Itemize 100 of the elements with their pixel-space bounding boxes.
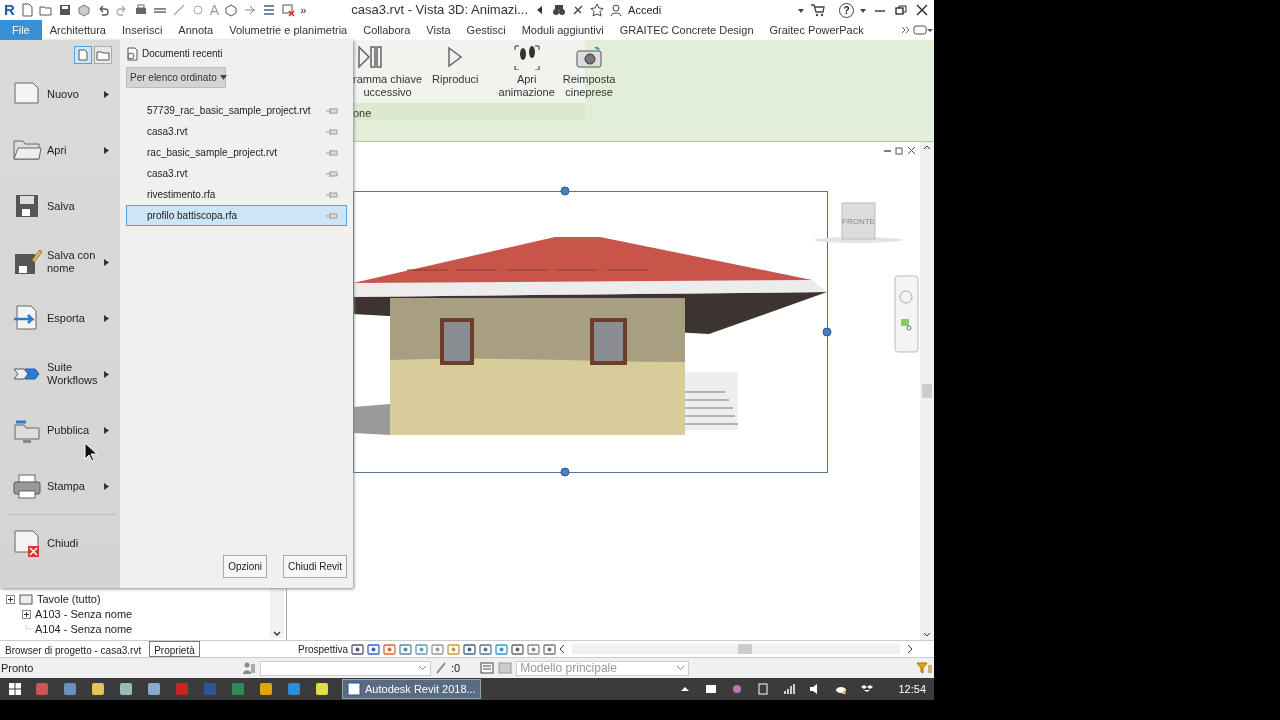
- taskbar-app-button[interactable]: Autodesk Revit 2018...: [342, 679, 481, 699]
- menu-item[interactable]: Salva: [0, 178, 120, 234]
- ribbon-tab[interactable]: Architettura: [41, 20, 114, 40]
- taskbar-app-icon[interactable]: [314, 681, 330, 697]
- save-icon[interactable]: [57, 3, 72, 17]
- clock-time[interactable]: 12:54: [898, 680, 926, 698]
- taskbar-app-icon[interactable]: [118, 681, 134, 697]
- crop-region-frame[interactable]: [353, 191, 828, 473]
- taskbar-app-icon[interactable]: [90, 681, 106, 697]
- ribbon-button[interactable]: Reimposta cineprese: [558, 44, 620, 99]
- taskbar-app-icon[interactable]: [258, 681, 274, 697]
- recent-file-item[interactable]: casa3.rvt: [126, 163, 347, 184]
- filter-icon[interactable]: [916, 661, 934, 675]
- open-folder-icon[interactable]: [38, 3, 53, 17]
- recent-documents-icon[interactable]: [74, 46, 92, 64]
- taskbar-app-icon[interactable]: [146, 681, 162, 697]
- ribbon-tab[interactable]: Gestisci: [458, 20, 514, 40]
- new-file-icon[interactable]: [19, 3, 34, 17]
- close-icon[interactable]: [907, 146, 916, 155]
- ribbon-tab[interactable]: Annota: [170, 20, 222, 40]
- cart-icon[interactable]: [810, 3, 826, 17]
- view-3d-icon[interactable]: [224, 3, 239, 17]
- overflow-button[interactable]: »: [300, 1, 307, 19]
- ribbon-button[interactable]: ramma chiave uccessivo: [353, 44, 429, 99]
- view-control-icon[interactable]: [351, 643, 365, 655]
- user-icon[interactable]: [609, 3, 624, 17]
- options-button[interactable]: Opzioni: [223, 555, 268, 578]
- view-control-icon[interactable]: [463, 643, 477, 655]
- list-icon[interactable]: [262, 3, 277, 17]
- menu-item[interactable]: Stampa: [0, 458, 120, 514]
- caret-icon[interactable]: [559, 644, 566, 654]
- caret-icon[interactable]: [273, 630, 281, 638]
- taskbar-app-icon[interactable]: [62, 681, 78, 697]
- editable-icon[interactable]: [435, 661, 447, 675]
- restore-icon[interactable]: [893, 3, 909, 17]
- recent-file-item[interactable]: rivestimento.rfa: [126, 184, 347, 205]
- menu-item[interactable]: Pubblica: [0, 402, 120, 458]
- view-control-icon[interactable]: [543, 643, 557, 655]
- menu-item[interactable]: Nuovo: [0, 66, 120, 122]
- properties-icon[interactable]: [480, 661, 495, 675]
- tree-item[interactable]: A104 - Senza nome: [35, 621, 133, 638]
- expand-icon[interactable]: [6, 595, 15, 604]
- scrollbar[interactable]: [572, 644, 900, 654]
- sort-dropdown[interactable]: Per elenco ordinato: [126, 67, 226, 88]
- menu-item[interactable]: Chiudi: [0, 515, 120, 571]
- view-scale-label[interactable]: Prospettiva: [298, 641, 349, 657]
- scrollbar[interactable]: [920, 142, 934, 640]
- grip-handle[interactable]: [822, 327, 832, 337]
- ribbon-tab[interactable]: GRAITEC Concrete Design: [611, 20, 762, 40]
- ribbon-tab[interactable]: Graitec PowerPack: [761, 20, 872, 40]
- recent-file-item[interactable]: casa3.rvt: [126, 121, 347, 142]
- cube-icon[interactable]: [76, 3, 91, 17]
- star-icon[interactable]: [590, 3, 605, 17]
- panel-tab[interactable]: Proprietà: [149, 641, 200, 657]
- menu-item[interactable]: Apri: [0, 122, 120, 178]
- ribbon-tab[interactable]: Vista: [418, 20, 459, 40]
- expand-icon[interactable]: [22, 610, 31, 619]
- menu-item[interactable]: Salva con nome: [0, 234, 120, 290]
- view-control-icon[interactable]: [511, 643, 525, 655]
- recent-file-item[interactable]: rac_basic_sample_project.rvt: [126, 142, 347, 163]
- view-control-icon[interactable]: [479, 643, 493, 655]
- worksets-icon[interactable]: [242, 661, 256, 675]
- tree-item[interactable]: A103 - Senza nome: [35, 606, 133, 623]
- grip-handle[interactable]: [560, 186, 570, 196]
- windows-logo-icon[interactable]: [8, 682, 22, 696]
- app-logo[interactable]: R: [4, 0, 15, 22]
- ribbon-tab[interactable]: Collabora: [355, 20, 419, 40]
- view-cube[interactable]: [814, 202, 902, 243]
- scroll-thumb[interactable]: [738, 644, 753, 654]
- tray-icon[interactable]: [704, 682, 719, 696]
- recent-file-item[interactable]: profilo battiscopa.rfa: [126, 205, 347, 226]
- menu-item[interactable]: Suite Workflows: [0, 346, 120, 402]
- close-views-icon[interactable]: [281, 3, 296, 17]
- view-control-icon[interactable]: [495, 643, 509, 655]
- ribbon-tab[interactable]: Moduli aggiuntivi: [513, 20, 612, 40]
- ribbon-button[interactable]: Riproduci: [428, 44, 483, 86]
- ribbon-tab[interactable]: Volumetrie e planimetria: [221, 20, 356, 40]
- recent-file-item[interactable]: 57739_rac_basic_sample_project.rvt: [126, 100, 347, 121]
- scroll-thumb[interactable]: [922, 384, 932, 398]
- ribbon-button[interactable]: Apri animazione: [494, 44, 559, 99]
- view-control-icon[interactable]: [367, 643, 381, 655]
- view-control-icon[interactable]: [527, 643, 541, 655]
- exit-button[interactable]: Chiudi Revit: [283, 555, 347, 578]
- menu-item[interactable]: Esporta: [0, 290, 120, 346]
- restore-icon[interactable]: [895, 146, 904, 155]
- ribbon-tab[interactable]: Inserisci: [114, 20, 171, 40]
- print-icon[interactable]: [133, 3, 148, 17]
- taskbar-app-icon[interactable]: [286, 681, 302, 697]
- binoculars-icon[interactable]: [552, 3, 567, 17]
- sign-in-link[interactable]: Accedi: [628, 1, 662, 19]
- close-icon[interactable]: [914, 3, 930, 17]
- open-documents-icon[interactable]: [94, 46, 112, 64]
- signal-icon[interactable]: [782, 682, 797, 696]
- view-control-icon[interactable]: [383, 643, 397, 655]
- caret-icon[interactable]: [923, 144, 931, 150]
- tree-item[interactable]: Tavole (tutto): [37, 591, 101, 608]
- grip-handle[interactable]: [560, 467, 570, 477]
- view-control-icon[interactable]: [415, 643, 429, 655]
- caret-icon[interactable]: [923, 632, 931, 638]
- view-control-icon[interactable]: [399, 643, 413, 655]
